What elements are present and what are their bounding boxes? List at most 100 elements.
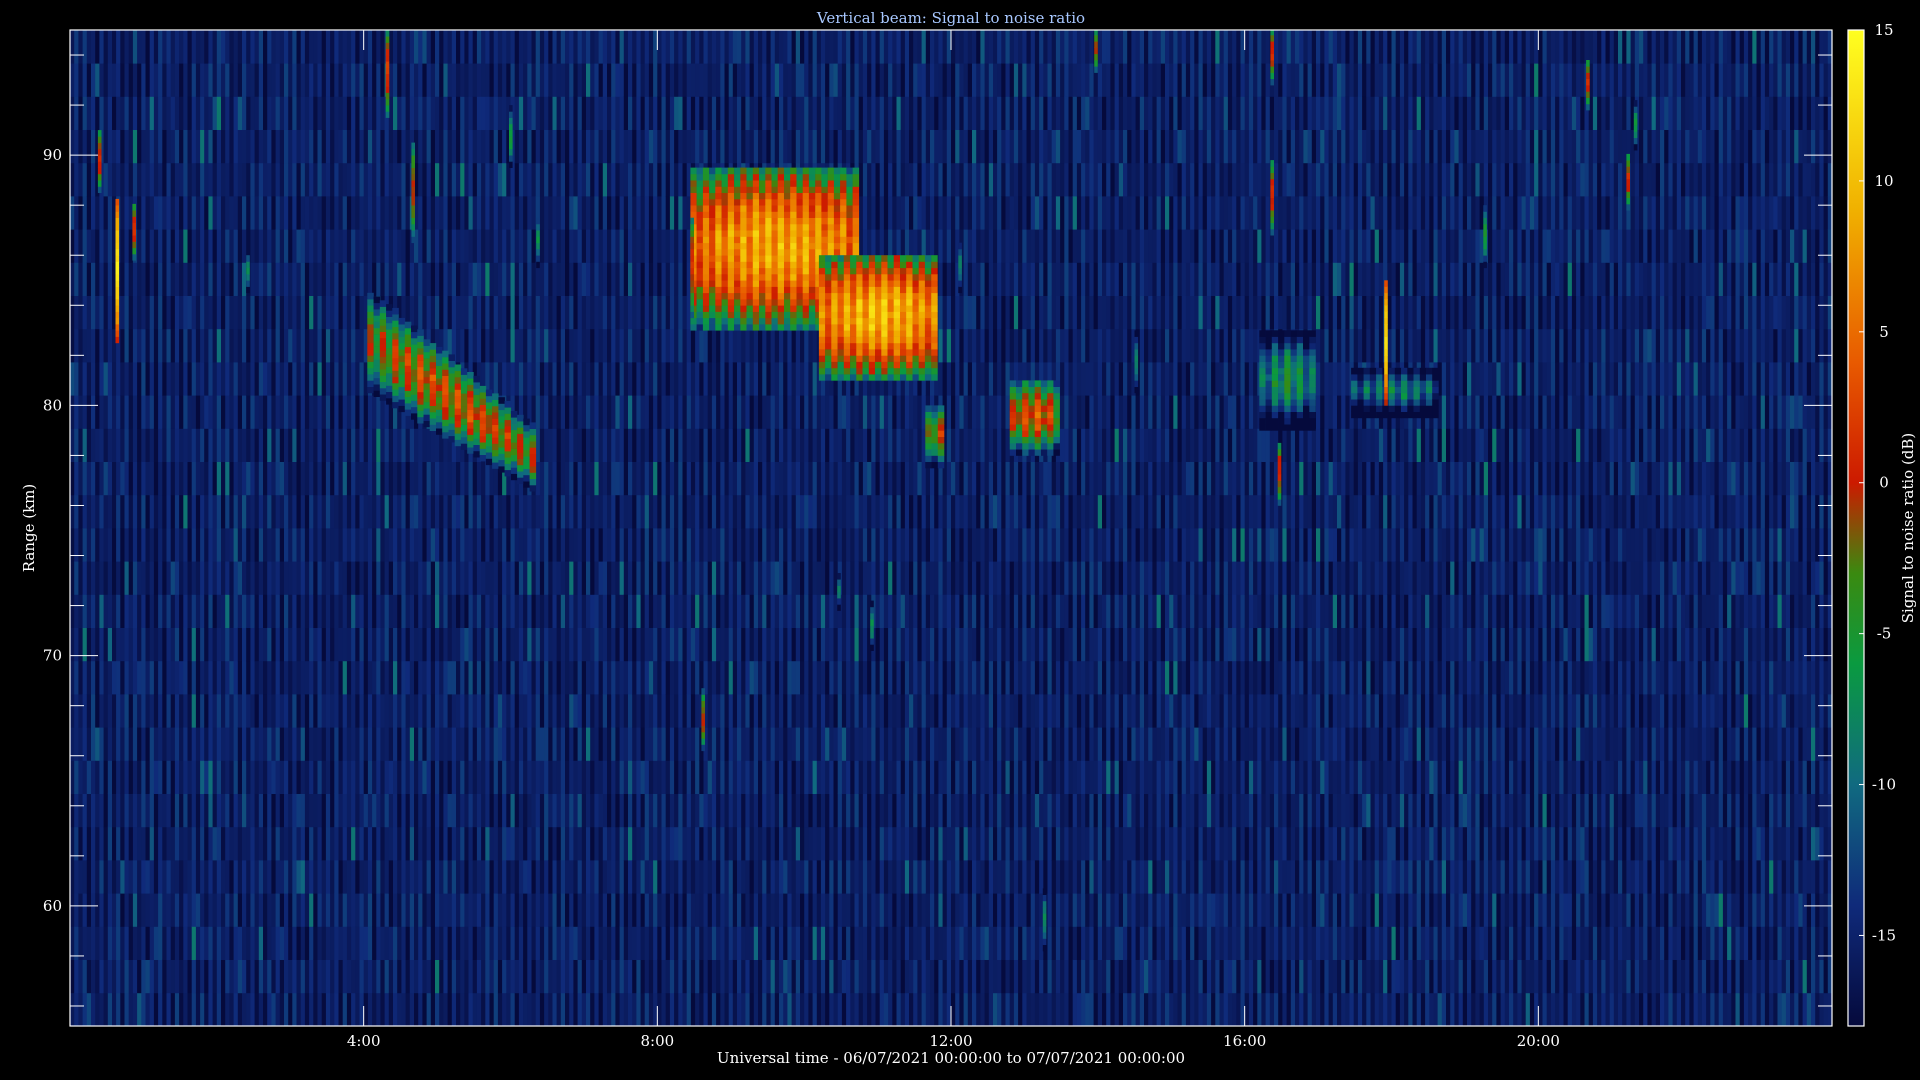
heatmap-cell bbox=[380, 826, 385, 861]
heatmap-cell bbox=[615, 295, 620, 330]
heatmap-cell bbox=[132, 428, 138, 462]
heatmap-cell bbox=[611, 694, 616, 728]
heatmap-cell bbox=[284, 461, 289, 496]
heatmap-cell bbox=[560, 694, 566, 728]
heatmap-cell bbox=[263, 362, 268, 396]
heatmap-cell bbox=[707, 627, 713, 662]
heatmap-cell bbox=[330, 229, 335, 263]
heatmap-cell bbox=[179, 262, 184, 296]
heatmap-cell bbox=[439, 727, 444, 761]
heatmap-cell bbox=[430, 428, 436, 462]
heatmap-cell bbox=[132, 594, 138, 628]
heatmap-cell bbox=[208, 262, 213, 296]
heatmap-cell bbox=[653, 262, 658, 296]
heatmap-cell bbox=[741, 129, 746, 164]
heatmap-cell bbox=[426, 30, 432, 64]
heatmap-cell bbox=[346, 63, 352, 97]
heatmap-cell bbox=[153, 96, 159, 130]
heatmap-cell bbox=[334, 395, 339, 429]
heatmap-cell bbox=[246, 992, 251, 1026]
heatmap-cell bbox=[506, 594, 511, 628]
heatmap-cell bbox=[699, 328, 704, 363]
heatmap-cell bbox=[132, 860, 138, 894]
heatmap-cell bbox=[560, 793, 566, 828]
heatmap-cell bbox=[313, 362, 318, 396]
heatmap-cell bbox=[728, 793, 734, 828]
heatmap-cell bbox=[229, 328, 234, 363]
heatmap-cell bbox=[191, 694, 197, 728]
heatmap-cell bbox=[141, 528, 146, 562]
heatmap-cell bbox=[447, 860, 453, 894]
heatmap-cell bbox=[577, 162, 583, 197]
heatmap-cell bbox=[170, 893, 176, 927]
heatmap-cell bbox=[91, 627, 96, 662]
heatmap-cell bbox=[128, 992, 134, 1026]
heatmap-cell bbox=[758, 96, 763, 130]
heatmap-cell bbox=[355, 229, 360, 263]
heatmap-cell bbox=[330, 893, 335, 927]
heatmap-cell bbox=[510, 926, 516, 960]
heatmap-cell bbox=[99, 959, 104, 994]
heatmap-cell bbox=[514, 694, 520, 728]
heatmap-cell bbox=[254, 196, 260, 230]
heatmap-cell bbox=[321, 196, 327, 230]
heatmap-cell bbox=[103, 694, 109, 728]
heatmap-cell bbox=[720, 362, 725, 396]
heatmap-cell bbox=[284, 561, 289, 595]
heatmap-cell bbox=[208, 760, 213, 794]
heatmap-cell bbox=[292, 893, 297, 927]
heatmap-cell bbox=[632, 727, 637, 761]
heatmap-cell bbox=[443, 893, 448, 927]
heatmap-cell bbox=[112, 561, 117, 595]
heatmap-cell bbox=[221, 694, 226, 728]
heatmap-cell bbox=[120, 992, 125, 1026]
heatmap-cell bbox=[762, 63, 767, 97]
heatmap-cell bbox=[309, 262, 314, 296]
heatmap-cell bbox=[187, 262, 193, 296]
heatmap-cell bbox=[397, 96, 402, 130]
heatmap-cell bbox=[393, 660, 398, 695]
heatmap-cell bbox=[271, 494, 276, 529]
heatmap-cell bbox=[153, 826, 159, 861]
heatmap-cell bbox=[321, 926, 327, 960]
heatmap-cell bbox=[137, 793, 142, 828]
heatmap-cell bbox=[388, 494, 394, 529]
heatmap-cell bbox=[456, 461, 461, 496]
heatmap-cell bbox=[669, 262, 675, 296]
heatmap-cell bbox=[191, 561, 197, 595]
heatmap-cell bbox=[317, 428, 323, 462]
heatmap-cell bbox=[401, 528, 406, 562]
heatmap-cell bbox=[464, 196, 469, 230]
heatmap-cell bbox=[472, 959, 478, 994]
heatmap-cell bbox=[674, 992, 679, 1026]
heatmap-cell bbox=[556, 561, 562, 595]
heatmap-cell bbox=[682, 793, 688, 828]
heatmap-cell bbox=[313, 893, 318, 927]
heatmap-cell bbox=[292, 528, 297, 562]
heatmap-cell bbox=[464, 893, 469, 927]
heatmap-cell bbox=[703, 793, 709, 828]
heatmap-cell bbox=[648, 262, 654, 296]
heatmap-cell bbox=[409, 494, 415, 529]
heatmap-cell bbox=[233, 694, 239, 728]
heatmap-cell bbox=[116, 760, 121, 794]
heatmap-cell bbox=[229, 694, 234, 728]
heatmap-cell bbox=[560, 893, 566, 927]
heatmap-cell bbox=[187, 362, 193, 396]
heatmap-cell bbox=[632, 328, 637, 363]
heatmap-cell bbox=[640, 528, 646, 562]
heatmap-cell bbox=[288, 30, 293, 64]
heatmap-cell bbox=[288, 992, 293, 1026]
heatmap-cell bbox=[216, 295, 222, 330]
heatmap-cell bbox=[489, 561, 495, 595]
heatmap-cell bbox=[628, 362, 633, 396]
heatmap-cell bbox=[313, 860, 318, 894]
heatmap-cell bbox=[422, 229, 427, 263]
heatmap-cell bbox=[103, 30, 109, 64]
heatmap-cell bbox=[321, 528, 327, 562]
heatmap-cell bbox=[317, 196, 323, 230]
heatmap-cell bbox=[401, 494, 406, 529]
heatmap-cell bbox=[363, 196, 369, 230]
heatmap-cell bbox=[560, 328, 566, 363]
heatmap-cell bbox=[346, 129, 352, 164]
